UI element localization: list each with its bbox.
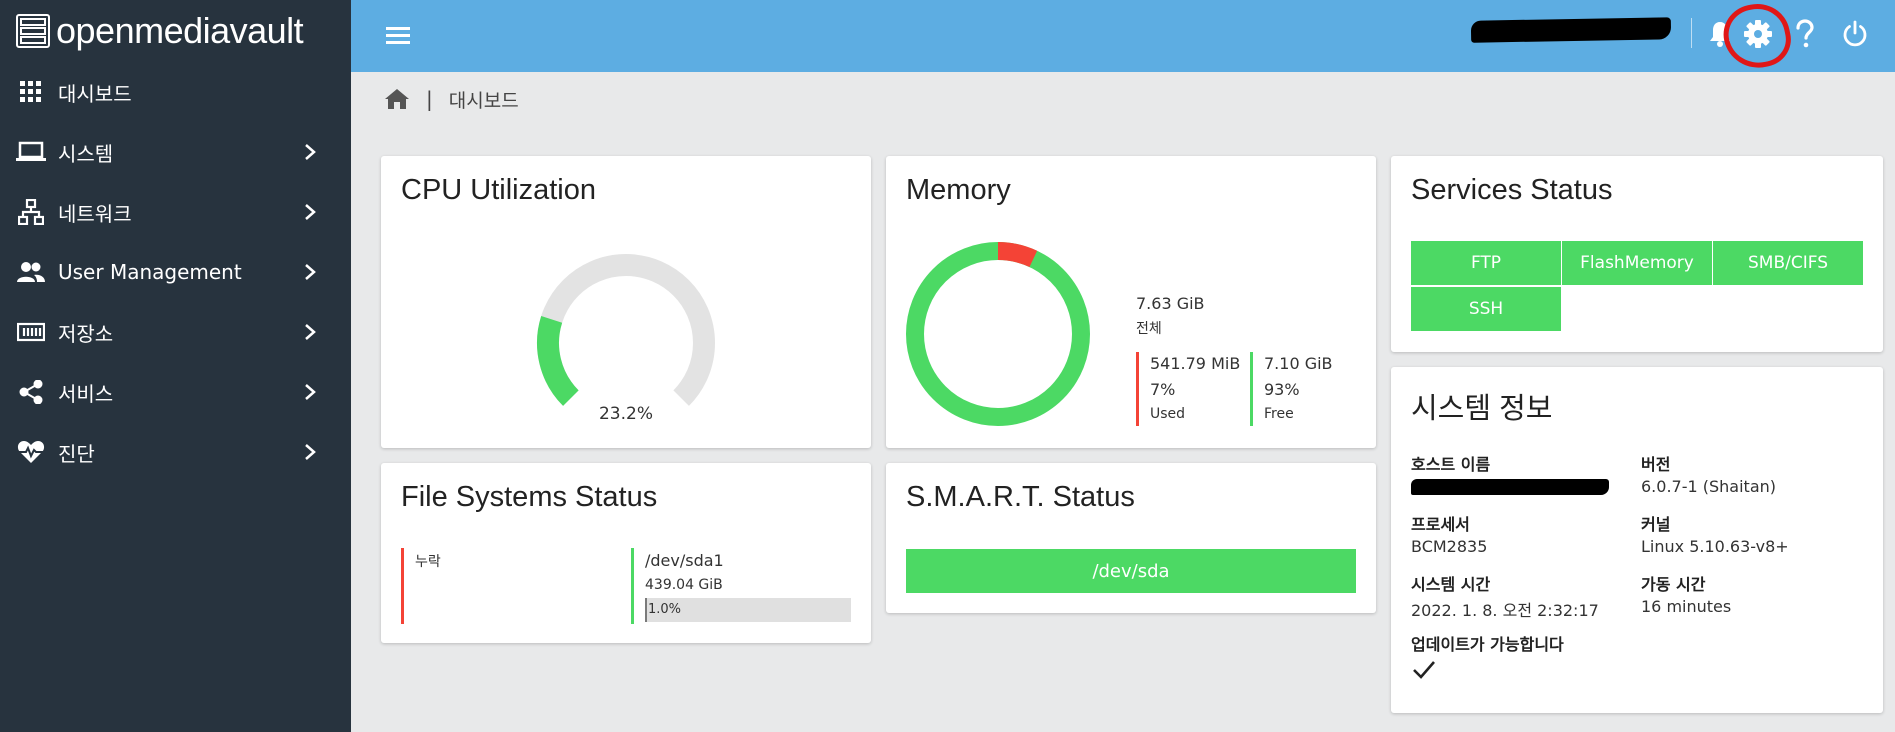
cpu-title: CPU Utilization	[401, 174, 596, 206]
sidebar-item-user-management[interactable]: User Management	[0, 242, 351, 302]
used-indicator-bar	[1136, 352, 1139, 426]
system-time-label: 시스템 시간	[1411, 575, 1491, 594]
free-indicator-bar	[1250, 352, 1253, 426]
updates-label: 업데이트가 가능합니다	[1411, 635, 1564, 654]
network-icon	[16, 199, 46, 225]
cpu-card: CPU Utilization 23.2%	[381, 156, 871, 448]
memory-title: Memory	[906, 174, 1011, 206]
cpu-gauge	[537, 254, 715, 406]
server-logo-icon	[16, 14, 50, 48]
top-bar	[351, 0, 1895, 75]
memory-free-value: 7.10 GiB	[1264, 354, 1333, 373]
chevron-right-icon	[305, 444, 316, 460]
redacted-username	[1470, 17, 1672, 43]
sidebar-item-storage[interactable]: 저장소	[0, 302, 351, 362]
power-icon[interactable]	[1839, 18, 1871, 50]
fs-device: /dev/sda1	[645, 551, 724, 570]
services-grid: FTP FlashMemory SMB/CIFS SSH	[1411, 241, 1867, 333]
gauge-track	[537, 254, 715, 406]
brand-name: openmediavault	[56, 10, 304, 51]
gauge-fill	[537, 316, 579, 406]
divider	[1691, 18, 1692, 48]
laptop-icon	[16, 139, 46, 165]
smart-title: S.M.A.R.T. Status	[906, 481, 1135, 513]
service-ftp[interactable]: FTP	[1411, 241, 1561, 285]
sidebar: openmediavault 대시보드 시스템 네트워크 User Manage…	[0, 0, 351, 732]
version-value: 6.0.7-1 (Shaitan)	[1641, 477, 1776, 496]
chevron-right-icon	[305, 324, 316, 340]
memory-total: 7.63 GiB	[1136, 294, 1205, 313]
chevron-right-icon	[305, 384, 316, 400]
kernel-value: Linux 5.10.63-v8+	[1641, 537, 1789, 556]
sidebar-item-services[interactable]: 서비스	[0, 362, 351, 422]
checkmark-icon	[1413, 661, 1435, 679]
donut-free	[906, 242, 1090, 426]
missing-indicator-bar	[401, 548, 404, 624]
service-ssh[interactable]: SSH	[1411, 287, 1561, 331]
share-icon	[16, 379, 46, 405]
sidebar-item-label: 서비스	[58, 381, 114, 406]
sidebar-item-label: User Management	[58, 260, 242, 284]
breadcrumb: | 대시보드	[384, 84, 519, 114]
service-smb-cifs[interactable]: SMB/CIFS	[1713, 241, 1863, 285]
smart-device-sda[interactable]: /dev/sda	[906, 549, 1356, 593]
processor-label: 프로세서	[1411, 515, 1470, 534]
help-icon[interactable]	[1789, 18, 1821, 50]
sidebar-item-system[interactable]: 시스템	[0, 122, 351, 182]
chevron-right-icon	[305, 144, 316, 160]
memory-used-value: 541.79 MiB	[1150, 354, 1241, 373]
uptime-value: 16 minutes	[1641, 597, 1732, 616]
sysinfo-title: 시스템 정보	[1411, 393, 1553, 425]
chevron-right-icon	[305, 264, 316, 280]
cpu-value: 23.2%	[598, 404, 653, 424]
memory-donut	[906, 242, 1090, 426]
fs-indicator-bar	[631, 548, 634, 624]
sidebar-item-dashboard[interactable]: 대시보드	[0, 62, 351, 122]
system-time-value: 2022. 1. 8. 오전 2:32:17	[1411, 601, 1599, 620]
smart-card: S.M.A.R.T. Status /dev/sda	[886, 463, 1376, 613]
chevron-right-icon	[305, 204, 316, 220]
home-icon[interactable]	[384, 88, 410, 110]
redacted-hostname	[1411, 479, 1609, 495]
system-info-card: 시스템 정보 호스트 이름 버전 6.0.7-1 (Shaitan) 프로세서 …	[1391, 367, 1883, 713]
service-flashmemory[interactable]: FlashMemory	[1562, 241, 1712, 285]
kernel-label: 커널	[1641, 515, 1671, 534]
memory-used-label: Used	[1150, 406, 1186, 422]
brand[interactable]: openmediavault	[0, 0, 351, 62]
menu-icon[interactable]	[383, 20, 413, 50]
memory-total-label: 전체	[1136, 321, 1162, 337]
missing-label: 누락	[415, 554, 441, 570]
filesystems-title: File Systems Status	[401, 481, 658, 513]
memory-free-percent: 93%	[1264, 380, 1300, 399]
red-annotation-circle	[1718, 0, 1796, 75]
memory-used-percent: 7%	[1150, 380, 1176, 399]
users-icon	[16, 259, 46, 285]
sidebar-item-label: 진단	[58, 441, 95, 466]
sidebar-item-label: 네트워크	[58, 201, 132, 226]
breadcrumb-current: 대시보드	[448, 89, 519, 112]
uptime-label: 가동 시간	[1641, 575, 1706, 594]
sidebar-item-label: 대시보드	[58, 81, 132, 106]
services-card: Services Status FTP FlashMemory SMB/CIFS…	[1391, 156, 1883, 352]
fs-usage-fill	[645, 598, 648, 622]
storage-icon	[16, 319, 46, 345]
sidebar-item-network[interactable]: 네트워크	[0, 182, 351, 242]
memory-free-label: Free	[1264, 406, 1294, 422]
sidebar-item-diagnostics[interactable]: 진단	[0, 422, 351, 482]
dashboard-grid-icon	[16, 79, 46, 105]
sidebar-item-label: 저장소	[58, 321, 114, 346]
processor-value: BCM2835	[1411, 537, 1488, 556]
fs-usage-text: 1.0%	[648, 602, 682, 617]
breadcrumb-separator: |	[426, 87, 433, 111]
hostname-label: 호스트 이름	[1411, 455, 1491, 474]
sidebar-item-label: 시스템	[58, 141, 114, 166]
version-label: 버전	[1641, 455, 1671, 474]
fs-usage-bar: 1.0%	[645, 598, 851, 622]
memory-card: Memory 7.63 GiB 전체 541.79 MiB 7% Used 7.…	[886, 156, 1376, 448]
fs-size: 439.04 GiB	[645, 577, 723, 593]
heart-pulse-icon	[16, 439, 46, 465]
services-title: Services Status	[1411, 174, 1613, 206]
filesystems-card: File Systems Status 누락 /dev/sda1 439.04 …	[381, 463, 871, 643]
